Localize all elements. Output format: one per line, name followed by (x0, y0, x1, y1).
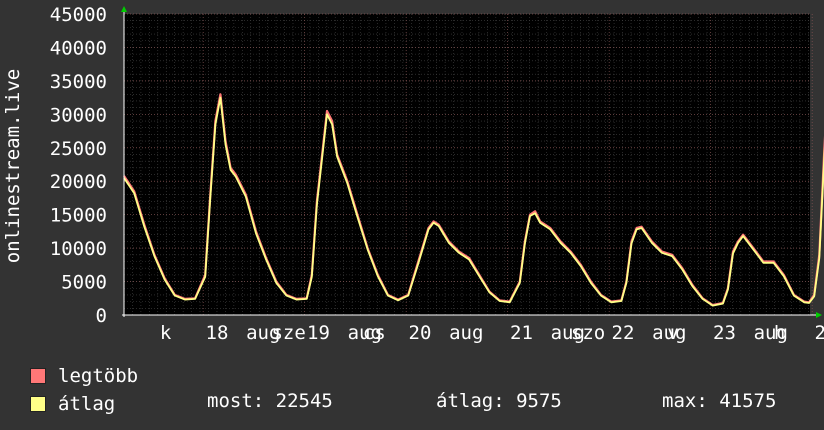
x-tick-label: 19 (307, 322, 330, 344)
x-tick-label: 18 (206, 322, 229, 344)
x-tick-label: 22 (612, 322, 635, 344)
x-tick-label: szo (571, 322, 605, 344)
x-tick-label: h (774, 322, 785, 344)
stat-max: max: 41575 (662, 390, 777, 412)
x-tick-label: 23 (713, 322, 736, 344)
legend-label-max: legtöbb (58, 365, 139, 387)
legend-swatch-max (30, 368, 46, 384)
y-tick-label: 40000 (50, 37, 107, 59)
y-tick-label: 45000 (50, 4, 107, 26)
x-tick-label: 21 (510, 322, 533, 344)
y-tick-label: 0 (96, 305, 107, 327)
x-tick-labels: k 18 augsze 19 augcs 20 aug 21 augszo 22 augv 23 aug… (160, 322, 824, 344)
y-tick-label: 10000 (50, 238, 107, 260)
x-tick-label: cs (363, 322, 386, 344)
y-tick-label: 25000 (50, 138, 107, 160)
x-tick-label: 24 (815, 322, 824, 344)
y-tick-label: 30000 (50, 104, 107, 126)
y-tick-labels: 0 5000 10000 15000 20000 25000 30000 35000 40000… (50, 4, 107, 327)
x-axis-arrow (816, 312, 822, 318)
legend-label-avg: átlag (58, 393, 116, 415)
y-tick-label: 20000 (50, 171, 107, 193)
legend-swatch-avg (30, 396, 46, 412)
legend: legtöbb átlag (30, 362, 138, 418)
y-axis-arrow (121, 6, 127, 12)
y-axis-label: onlinestream.live (2, 69, 24, 263)
x-tick-label: sze (271, 322, 305, 344)
x-tick-label: k (160, 322, 172, 344)
legend-item-avg: átlag (30, 390, 138, 418)
y-tick-label: 15000 (50, 205, 107, 227)
y-tick-label: 5000 (61, 272, 107, 294)
x-tick-label: v (667, 322, 678, 344)
y-tick-label: 35000 (50, 71, 107, 93)
x-tick-label: aug (449, 322, 483, 344)
stat-current: most: 22545 (207, 390, 333, 412)
stat-average: átlag: 9575 (436, 390, 562, 412)
legend-item-max: legtöbb (30, 362, 138, 390)
x-tick-label: 20 (409, 322, 432, 344)
